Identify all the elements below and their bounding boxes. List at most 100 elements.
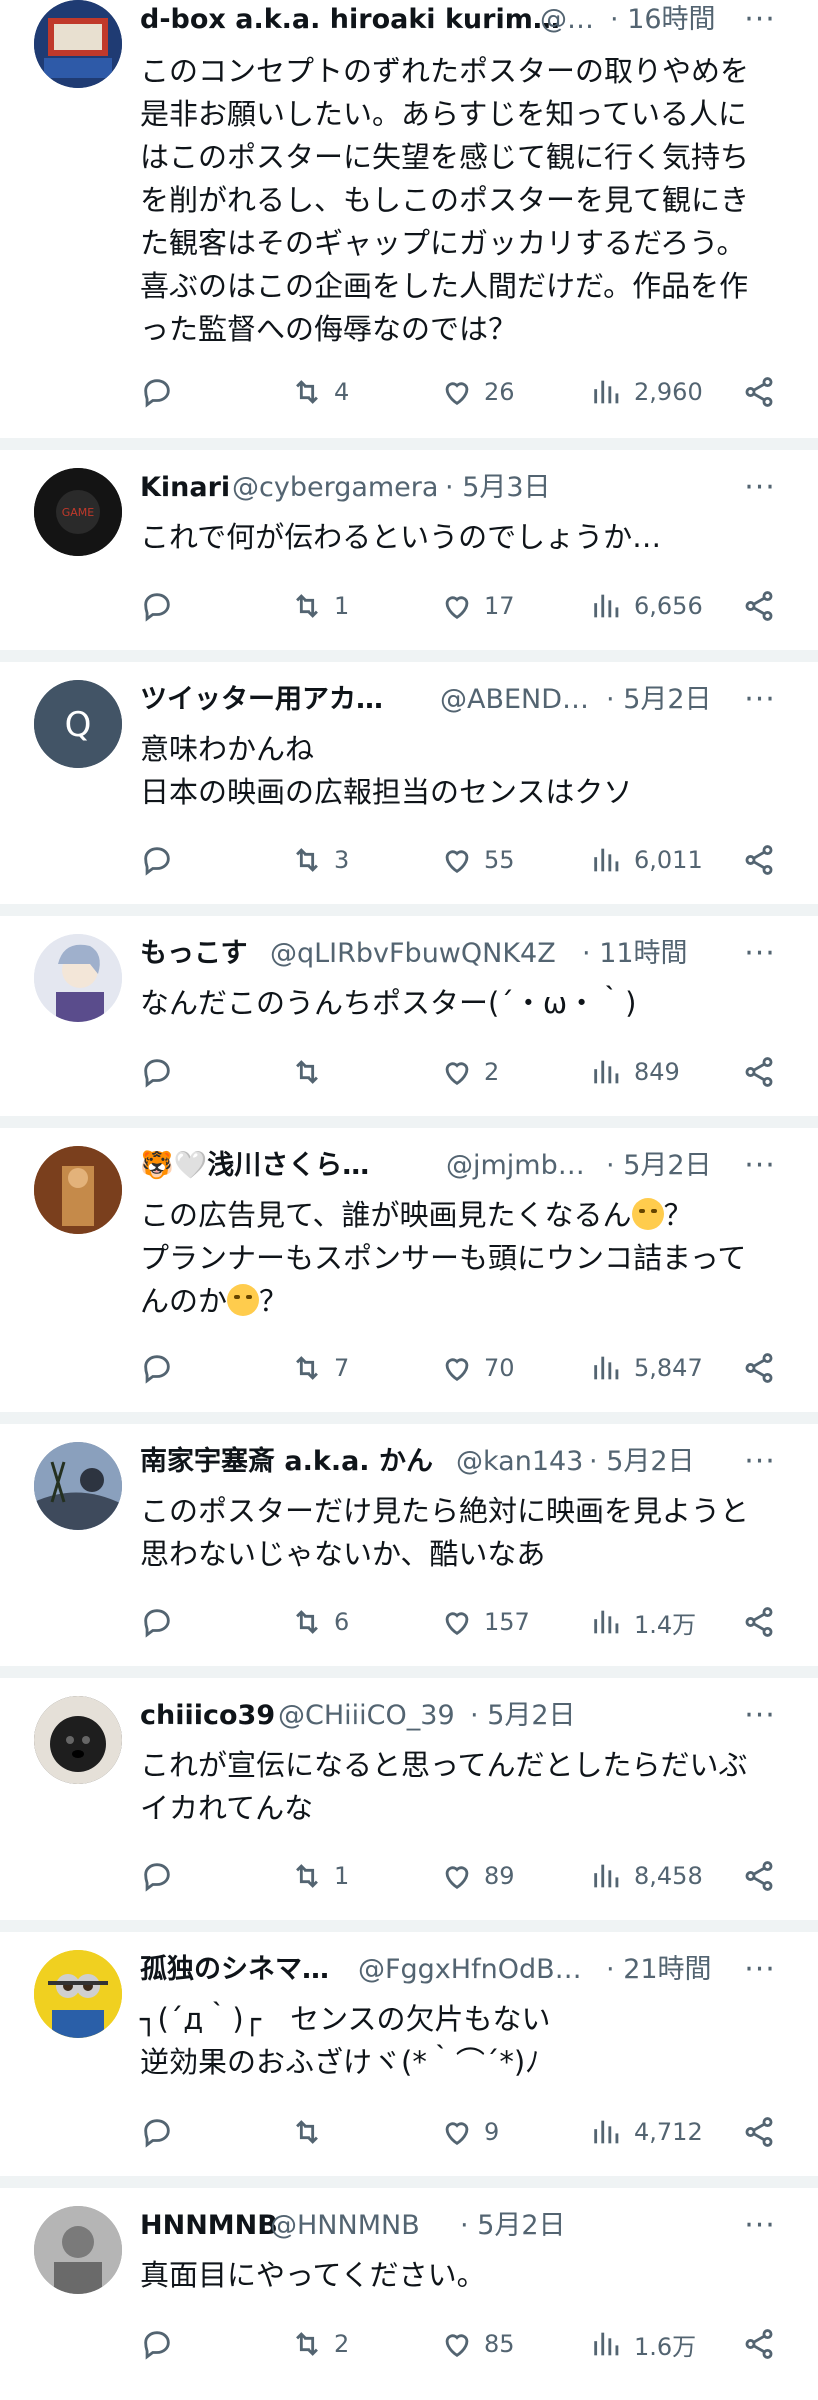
more-icon[interactable]: ··· <box>740 1696 780 1736</box>
author-name[interactable]: Kinari <box>140 468 230 508</box>
share-button[interactable] <box>742 2110 776 2154</box>
reply-button[interactable] <box>140 2110 174 2154</box>
retweet-button[interactable]: 1 <box>290 584 349 628</box>
views-button[interactable]: 4,712 <box>590 2110 703 2154</box>
author-name[interactable]: HNNMNB <box>140 2206 278 2246</box>
like-button[interactable]: 17 <box>440 584 515 628</box>
like-button[interactable]: 70 <box>440 1346 515 1390</box>
like-button[interactable]: 85 <box>440 2322 515 2366</box>
more-icon[interactable]: ··· <box>740 1442 780 1482</box>
views-button[interactable]: 849 <box>590 1050 680 1094</box>
retweet-button[interactable]: 1 <box>290 1854 349 1898</box>
reply-tweet[interactable]: Q ツイッター用アカ… @ABEND… · 5月2日 ··· 意味わかんね 日本の… <box>0 662 818 904</box>
more-icon[interactable]: ··· <box>740 1146 780 1186</box>
author-name[interactable]: 孤独のシネマ… <box>140 1950 329 1990</box>
author-handle[interactable]: @HNNMNB <box>270 2206 420 2246</box>
reply-button[interactable] <box>140 584 174 628</box>
avatar[interactable] <box>34 2206 122 2294</box>
reply-button[interactable] <box>140 838 174 882</box>
retweet-button[interactable]: 6 <box>290 1600 349 1644</box>
reply-tweet[interactable]: GAME Kinari @cybergamera · 5月3日 ··· これで何… <box>0 450 818 650</box>
views-button[interactable]: 2,960 <box>590 370 703 414</box>
views-button[interactable]: 6,656 <box>590 584 703 628</box>
share-button[interactable] <box>742 1346 776 1390</box>
views-button[interactable]: 5,847 <box>590 1346 703 1390</box>
views-button[interactable]: 8,458 <box>590 1854 703 1898</box>
share-button[interactable] <box>742 1854 776 1898</box>
author-handle[interactable]: @cybergamera <box>232 468 438 508</box>
reply-button[interactable] <box>140 1854 174 1898</box>
timestamp[interactable]: 5月3日 <box>462 472 550 503</box>
reply-button[interactable] <box>140 1346 174 1390</box>
timestamp[interactable]: 16時間 <box>627 4 715 35</box>
reply-button[interactable] <box>140 2322 174 2366</box>
retweet-button[interactable]: 2 <box>290 2322 349 2366</box>
reply-button[interactable] <box>140 1050 174 1094</box>
views-button[interactable]: 1.4万 <box>590 1600 696 1644</box>
author-handle[interactable]: @FggxHfnOdB… <box>358 1950 582 1990</box>
author-handle[interactable]: @qLIRbvFbuwQNK4Z <box>270 934 556 974</box>
reply-tweet[interactable]: もっこす @qLIRbvFbuwQNK4Z · 11時間 ··· なんだこのうん… <box>0 916 818 1116</box>
share-button[interactable] <box>742 2322 776 2366</box>
more-icon[interactable]: ··· <box>740 2206 780 2246</box>
avatar[interactable] <box>34 0 122 88</box>
reply-tweet[interactable]: 孤独のシネマ… @FggxHfnOdB… · 21時間 ··· ┐(´д｀)┌ … <box>0 1932 818 2176</box>
timestamp[interactable]: 5月2日 <box>623 1150 711 1181</box>
author-handle[interactable]: @kan143 <box>456 1442 583 1482</box>
retweet-button[interactable]: 3 <box>290 838 349 882</box>
timestamp[interactable]: 21時間 <box>623 1954 711 1985</box>
more-icon[interactable]: ··· <box>740 1950 780 1990</box>
avatar[interactable]: Q <box>34 680 122 768</box>
like-button[interactable]: 89 <box>440 1854 515 1898</box>
reply-tweet[interactable]: d-box a.k.a. hiroaki kurim… @… · 16時間 ··… <box>0 0 818 438</box>
more-icon[interactable]: ··· <box>740 934 780 974</box>
author-handle[interactable]: @CHiiiCO_39 <box>278 1696 455 1736</box>
reply-tweet[interactable]: 南家宇塞斎 a.k.a. かん @kan143 · 5月2日 ··· このポスタ… <box>0 1424 818 1666</box>
share-button[interactable] <box>742 838 776 882</box>
like-button[interactable]: 55 <box>440 838 515 882</box>
like-button[interactable]: 157 <box>440 1600 530 1644</box>
like-button[interactable]: 2 <box>440 1050 499 1094</box>
retweet-icon <box>296 1356 318 1380</box>
more-icon[interactable]: ··· <box>740 468 780 508</box>
author-name[interactable]: 南家宇塞斎 a.k.a. かん <box>140 1442 433 1482</box>
more-icon[interactable]: ··· <box>740 0 780 40</box>
avatar[interactable] <box>34 1442 122 1530</box>
timestamp[interactable]: 5月2日 <box>623 684 711 715</box>
views-button[interactable]: 6,011 <box>590 838 703 882</box>
timestamp[interactable]: 5月2日 <box>487 1700 575 1731</box>
avatar[interactable]: GAME <box>34 468 122 556</box>
retweet-button[interactable] <box>290 1050 334 1094</box>
avatar[interactable] <box>34 934 122 1022</box>
share-button[interactable] <box>742 584 776 628</box>
timestamp[interactable]: 5月2日 <box>477 2210 565 2241</box>
share-button[interactable] <box>742 1050 776 1094</box>
author-name[interactable]: ツイッター用アカ… <box>140 680 383 720</box>
author-name[interactable]: もっこす <box>140 934 247 974</box>
timestamp[interactable]: 5月2日 <box>606 1446 694 1477</box>
retweet-button[interactable]: 7 <box>290 1346 349 1390</box>
more-icon[interactable]: ··· <box>740 680 780 720</box>
author-handle[interactable]: @… <box>540 0 594 40</box>
reply-tweet[interactable]: HNNMNB @HNNMNB · 5月2日 ··· 真面目にやってください。 2… <box>0 2188 818 2400</box>
avatar[interactable] <box>34 1696 122 1784</box>
like-button[interactable]: 9 <box>440 2110 499 2154</box>
like-button[interactable]: 26 <box>440 370 515 414</box>
avatar[interactable] <box>34 1146 122 1234</box>
reply-tweet[interactable]: 🐯🤍浅川さくら… @jmjmb… · 5月2日 ··· この広告見て、誰が映画見… <box>0 1128 818 1412</box>
avatar[interactable] <box>34 1950 122 2038</box>
reply-tweet[interactable]: chiiico39 @CHiiiCO_39 · 5月2日 ··· これが宣伝にな… <box>0 1678 818 1920</box>
retweet-button[interactable] <box>290 2110 334 2154</box>
author-handle[interactable]: @ABEND… <box>440 680 589 720</box>
author-handle[interactable]: @jmjmb… <box>446 1146 585 1186</box>
author-name[interactable]: d-box a.k.a. hiroaki kurim… <box>140 0 560 40</box>
retweet-button[interactable]: 4 <box>290 370 349 414</box>
share-button[interactable] <box>742 370 776 414</box>
reply-button[interactable] <box>140 1600 174 1644</box>
share-button[interactable] <box>742 1600 776 1644</box>
timestamp[interactable]: 11時間 <box>599 938 687 969</box>
views-button[interactable]: 1.6万 <box>590 2322 696 2366</box>
reply-button[interactable] <box>140 370 174 414</box>
author-name[interactable]: chiiico39 <box>140 1696 275 1736</box>
author-name[interactable]: 🐯🤍浅川さくら… <box>140 1146 369 1186</box>
